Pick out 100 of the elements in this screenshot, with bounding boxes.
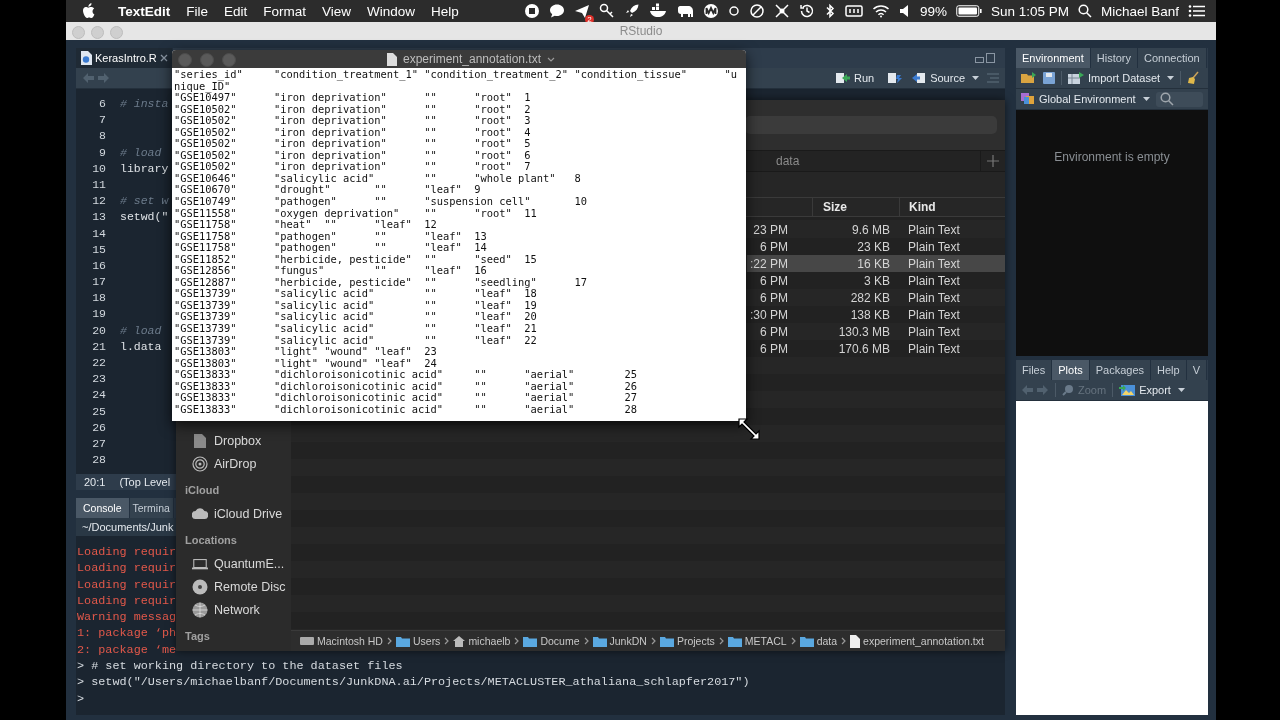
key-icon[interactable] bbox=[598, 3, 615, 19]
line-number: 22 bbox=[91, 355, 106, 371]
tab[interactable]: Connection bbox=[1138, 48, 1207, 68]
source-button[interactable]: Source bbox=[912, 72, 979, 84]
tab[interactable]: Console bbox=[76, 498, 130, 518]
scope-menu[interactable]: (Top Level bbox=[119, 476, 171, 488]
search-field[interactable] bbox=[745, 116, 997, 134]
line-number: 7 bbox=[98, 112, 106, 129]
pane-resize-icon[interactable] bbox=[975, 53, 995, 63]
speech-bubble-icon[interactable] bbox=[548, 3, 565, 19]
search-field[interactable] bbox=[1155, 91, 1203, 107]
user-name[interactable]: Michael Banf bbox=[1100, 3, 1179, 19]
tab[interactable]: Plots bbox=[1052, 360, 1090, 380]
kind-cell-text: Plain Text bbox=[907, 239, 961, 254]
date-cell-text: 6 PM bbox=[759, 324, 789, 339]
path-item[interactable]: Users bbox=[395, 635, 441, 647]
size-cell-text: 23 KB bbox=[856, 239, 891, 254]
sidebar-item[interactable]: Remote Disc bbox=[176, 575, 291, 598]
line-number: 12 bbox=[91, 193, 106, 210]
battery-icon[interactable] bbox=[955, 5, 982, 17]
environment-selector[interactable]: Global Environment bbox=[1021, 93, 1150, 105]
caret-icon bbox=[972, 76, 979, 80]
menu-item[interactable]: Edit bbox=[216, 3, 256, 19]
path-item[interactable]: data bbox=[799, 635, 838, 647]
code-text: setwd(" bbox=[120, 210, 169, 224]
tab[interactable]: data bbox=[746, 151, 980, 171]
tab[interactable]: History bbox=[1090, 48, 1138, 68]
sidebar-heading: Locations bbox=[184, 533, 238, 548]
path-item[interactable]: Projects bbox=[659, 635, 715, 647]
cloud-icon bbox=[192, 508, 208, 519]
menu-item[interactable]: Help bbox=[423, 3, 467, 19]
file-row[interactable]: 6 PM 130.3 MB Plain Text bbox=[747, 323, 1005, 340]
boat-icon[interactable] bbox=[648, 3, 667, 19]
stop-icon[interactable] bbox=[523, 3, 540, 19]
chip-icon[interactable] bbox=[844, 4, 863, 18]
code-comment: # insta bbox=[120, 97, 169, 110]
close-icon[interactable] bbox=[159, 54, 168, 62]
file-row[interactable]: :30 PM 138 KB Plain Text bbox=[747, 306, 1005, 323]
menu-item[interactable]: Format bbox=[255, 3, 315, 19]
tab[interactable]: Help bbox=[1151, 360, 1187, 380]
path-item[interactable]: METACL bbox=[727, 635, 787, 647]
size-cell-text: 138 KB bbox=[849, 307, 891, 322]
elephant-icon[interactable] bbox=[675, 3, 694, 19]
import-dataset-button[interactable]: Import Dataset bbox=[1068, 72, 1175, 84]
document-title[interactable]: experiment_annotation.txt bbox=[386, 52, 556, 66]
path-item[interactable]: JunkDN bbox=[592, 635, 647, 647]
tab[interactable]: V bbox=[1186, 360, 1207, 380]
console-line: > # set working directory to the dataset files bbox=[77, 659, 403, 674]
prohibited-icon[interactable] bbox=[748, 3, 765, 19]
path-item[interactable]: Docume bbox=[523, 635, 580, 647]
path-item[interactable]: michaelb bbox=[453, 635, 511, 647]
console-line: > setwd("/Users/michaelbanf/Documents/JunkDNA.ai/Projects/METACLUSTER_athaliana_schlapfer2017") bbox=[77, 675, 750, 690]
text-line: "GSE12887" "herbicide, pesticide" "" "seedling" 17 bbox=[174, 276, 588, 289]
broom-icon[interactable] bbox=[1187, 71, 1200, 85]
speaker-icon[interactable] bbox=[898, 4, 911, 18]
text-line: "GSE11558" "oxygen deprivation" "" "root" 11 bbox=[174, 207, 538, 220]
sidebar-item[interactable]: Network bbox=[176, 598, 291, 621]
menu-item[interactable]: View bbox=[314, 3, 360, 19]
r-file-icon bbox=[80, 51, 92, 65]
sidebar-item[interactable]: Dropbox bbox=[176, 429, 291, 452]
clock[interactable]: Sun 1:05 PM bbox=[990, 3, 1069, 19]
open-folder-icon[interactable] bbox=[1021, 72, 1037, 84]
path-item[interactable]: experiment_annotation.txt bbox=[850, 634, 984, 648]
column-header[interactable]: Kind bbox=[899, 198, 1005, 216]
rocket-icon[interactable] bbox=[623, 3, 640, 19]
export-button[interactable]: Export bbox=[1119, 384, 1185, 396]
search-icon[interactable] bbox=[1077, 4, 1092, 18]
run-button[interactable]: Run bbox=[835, 72, 875, 84]
file-row[interactable]: 6 PM 170.6 MB Plain Text bbox=[747, 340, 1005, 357]
tab[interactable]: Packages bbox=[1089, 360, 1151, 380]
save-icon[interactable] bbox=[1043, 72, 1055, 84]
app-menu[interactable]: TextEdit bbox=[110, 3, 179, 19]
folder-icon bbox=[592, 635, 607, 647]
tab[interactable]: Environment bbox=[1016, 48, 1091, 68]
path-item[interactable]: Macintosh HD bbox=[300, 635, 383, 647]
column-header[interactable]: Size bbox=[812, 198, 899, 216]
kind-cell-text: Plain Text bbox=[907, 256, 961, 271]
tab[interactable]: Termina bbox=[129, 498, 174, 518]
file-row[interactable]: 23 PM 9.6 MB Plain Text bbox=[747, 221, 1005, 238]
history-icon[interactable] bbox=[798, 3, 815, 19]
text-line: "GSE13739" "salicylic acid" "" "leaf" 21 bbox=[174, 323, 538, 335]
wifi-icon[interactable] bbox=[871, 4, 890, 18]
paper-plane-icon[interactable] bbox=[573, 3, 590, 19]
file-row[interactable]: 6 PM 23 KB Plain Text bbox=[747, 238, 1005, 255]
sidebar-item[interactable]: QuantumE... bbox=[176, 552, 291, 575]
sidebar-item[interactable]: AirDrop bbox=[176, 452, 291, 475]
chevron-icon bbox=[841, 637, 847, 645]
text-line: "GSE11758" "pathogen" "" "leaf" 13 bbox=[174, 230, 488, 243]
menu-item[interactable]: Window bbox=[359, 3, 424, 19]
list-icon[interactable] bbox=[1188, 4, 1206, 18]
tab[interactable]: KerasIntro.R bbox=[76, 48, 173, 68]
zigzag-icon[interactable] bbox=[702, 3, 719, 19]
tab[interactable]: Files bbox=[1016, 360, 1053, 380]
rerun-icon[interactable] bbox=[888, 72, 905, 84]
file-row[interactable]: 6 PM 3 KB Plain Text bbox=[747, 272, 1005, 289]
file-row[interactable]: :22 PM 16 KB Plain Text bbox=[747, 255, 1005, 272]
ring-icon[interactable] bbox=[727, 5, 740, 17]
file-row[interactable]: 6 PM 282 KB Plain Text bbox=[747, 289, 1005, 306]
menu-item[interactable]: File bbox=[178, 3, 217, 19]
apple-icon[interactable] bbox=[82, 3, 96, 19]
